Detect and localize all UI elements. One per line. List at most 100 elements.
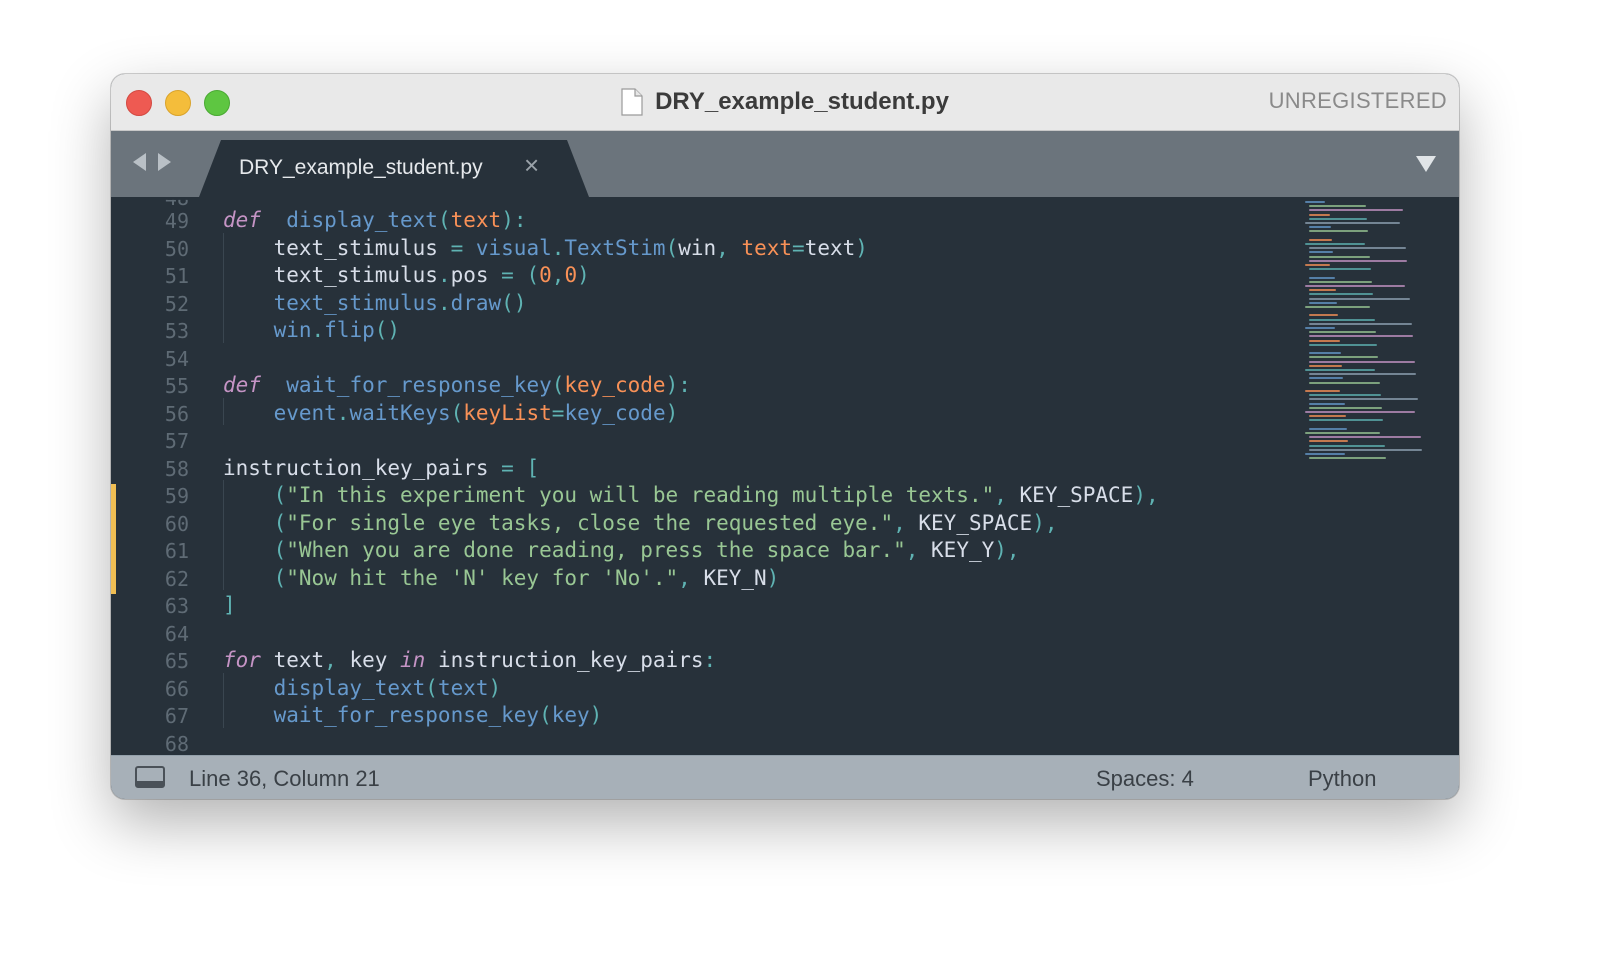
- code-token: key: [336, 648, 401, 672]
- code-line[interactable]: def display_text(text):: [223, 208, 526, 232]
- code-token: :: [703, 648, 717, 672]
- code-line[interactable]: text_stimulus.pos = (0,0): [223, 263, 590, 287]
- minimap-line: [1309, 436, 1421, 439]
- code-line[interactable]: instruction_key_pairs = [: [223, 456, 539, 480]
- line-number: 57: [164, 429, 189, 453]
- code-token: KEY_Y: [931, 538, 995, 562]
- code-token: =: [792, 235, 805, 260]
- indent-guide: [223, 232, 224, 343]
- minimap-line: [1309, 314, 1338, 317]
- code-token: (: [223, 483, 287, 507]
- code-line[interactable]: ]: [223, 593, 236, 617]
- code-token: ,: [994, 483, 1020, 507]
- minimap-line: [1309, 343, 1377, 346]
- minimap-line: [1309, 276, 1335, 279]
- code-token: [: [513, 455, 540, 480]
- line-number: 48: [164, 197, 189, 210]
- line-number-gutter: 48 49 50 51 52 53 54 55 56 57 58 59 60 61 62 63 64 65 66 67…: [111, 197, 203, 755]
- code-line[interactable]: ("In this experiment you will be reading…: [223, 483, 1159, 507]
- line-number: 58: [164, 456, 189, 481]
- minimap-line: [1309, 230, 1368, 233]
- indentation-setting[interactable]: Spaces: 4: [1096, 766, 1194, 792]
- code-line[interactable]: wait_for_response_key(key): [223, 703, 603, 727]
- minimap-line: [1309, 247, 1406, 250]
- unregistered-label: UNREGISTERED: [1268, 88, 1447, 113]
- code-token: def: [223, 208, 261, 232]
- chevron-right-icon[interactable]: [157, 151, 173, 178]
- minimap-line: [1309, 251, 1333, 254]
- code-token: win: [678, 235, 717, 260]
- line-number: 54: [164, 346, 189, 371]
- minimap-line: [1309, 322, 1412, 325]
- minimap-line: [1309, 381, 1380, 384]
- minimap-line: [1305, 222, 1400, 224]
- line-number: 59: [164, 484, 189, 508]
- line-number: 51: [164, 264, 189, 288]
- code-token: key: [551, 703, 590, 727]
- code-token: ,: [678, 565, 704, 590]
- code-token: ): [488, 675, 502, 700]
- tab-close-icon[interactable]: ×: [524, 152, 539, 178]
- minimap[interactable]: [1303, 197, 1459, 755]
- code-line[interactable]: for text, key in instruction_key_pairs:: [223, 648, 716, 672]
- minimap-line: [1305, 390, 1340, 392]
- code-token: win: [223, 318, 312, 342]
- code-token: (: [223, 565, 287, 590]
- line-number: 50: [164, 236, 189, 261]
- code-token: wait_for_response_key: [223, 703, 540, 727]
- code-token: TextStim: [564, 235, 666, 260]
- tab-dropdown-icon[interactable]: [1415, 155, 1437, 178]
- code-token: text: [260, 648, 325, 672]
- line-number: 49: [164, 209, 189, 233]
- minimap-line: [1309, 268, 1371, 271]
- syntax-selector[interactable]: Python: [1308, 766, 1377, 792]
- code-token: ),: [1032, 510, 1058, 535]
- minimap-line: [1309, 339, 1340, 342]
- code-line[interactable]: ("Now hit the 'N' key for 'No'.", KEY_N): [223, 565, 780, 590]
- minimap-line: [1309, 444, 1385, 447]
- code-token: =: [501, 455, 514, 480]
- code-token: =: [450, 235, 464, 260]
- code-line[interactable]: text_stimulus.draw(): [223, 291, 527, 315]
- line-number: 60: [164, 511, 189, 536]
- code-token: KEY_N: [703, 565, 767, 590]
- minimap-line: [1309, 280, 1372, 283]
- code-token: visual: [463, 235, 552, 260]
- code-line[interactable]: def wait_for_response_key(key_code):: [223, 373, 691, 397]
- minimap-line: [1309, 440, 1348, 443]
- minimap-line: [1309, 398, 1418, 401]
- code-line[interactable]: win.flip(): [223, 318, 400, 342]
- minimap-line: [1309, 297, 1410, 300]
- indent-guide: [223, 480, 224, 590]
- code-editor[interactable]: 48 49 50 51 52 53 54 55 56 57 58 59 60 61 62 63 64 65 66 67…: [111, 197, 1459, 755]
- code-token: "In this experiment you will be reading …: [286, 483, 995, 507]
- code-token: ),: [1133, 483, 1159, 507]
- code-line[interactable]: text_stimulus = visual.TextStim(win, tex…: [223, 236, 868, 260]
- code-token: (: [223, 538, 287, 562]
- panel-toggle-icon[interactable]: [135, 766, 165, 788]
- code-line[interactable]: ("When you are done reading, press the s…: [223, 538, 1020, 562]
- code-token: (: [223, 510, 287, 535]
- chevron-left-icon[interactable]: [131, 151, 147, 178]
- code-area[interactable]: def display_text(text): text_stimulus = …: [223, 197, 1289, 755]
- minimap-line: [1309, 226, 1331, 229]
- code-token: KEY_SPACE: [1019, 483, 1134, 507]
- minimap-line: [1305, 243, 1365, 245]
- minimap-line: [1309, 419, 1383, 422]
- code-token: for: [223, 648, 261, 672]
- code-line[interactable]: ("For single eye tasks, close the reques…: [223, 510, 1058, 535]
- code-token: ):: [501, 208, 527, 232]
- code-line[interactable]: display_text(text): [223, 675, 502, 700]
- minimap-line: [1305, 264, 1330, 266]
- code-line[interactable]: event.waitKeys(keyList=key_code): [223, 400, 679, 425]
- minimap-line: [1309, 427, 1347, 430]
- code-token: ): [577, 263, 590, 287]
- code-token: ): [665, 400, 679, 425]
- tab-dry-example-student[interactable]: DRY_example_student.py ×: [199, 140, 589, 197]
- code-token: ,: [324, 648, 337, 672]
- code-token: =: [501, 263, 514, 287]
- indent-guide: [223, 672, 224, 728]
- code-token: pos: [450, 263, 502, 287]
- code-token: display_text: [286, 208, 438, 232]
